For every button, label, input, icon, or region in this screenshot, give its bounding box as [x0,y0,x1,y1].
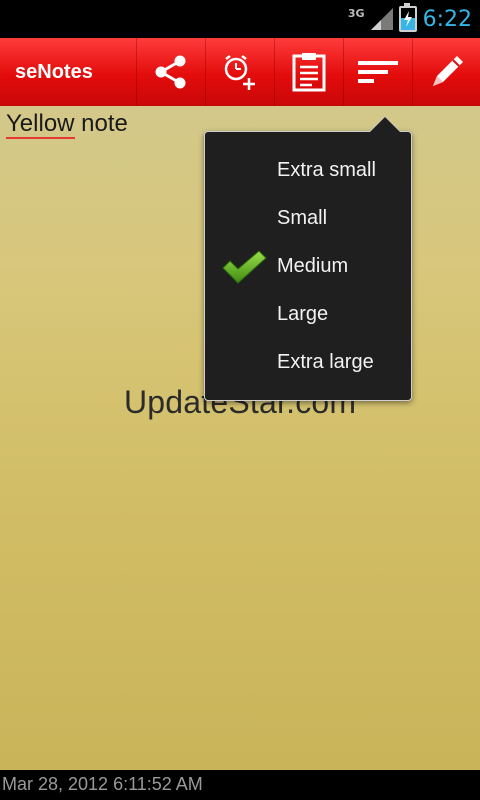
menu-item-medium[interactable]: Medium [205,242,411,290]
text-size-menu: Extra small Small Medium Large Extra lar… [204,116,412,401]
menu-item-extra-large[interactable]: Extra large [205,338,411,386]
note-title[interactable]: Yellow note [6,110,128,139]
share-button[interactable] [136,38,205,106]
note-title-rest: note [74,110,128,137]
menu-item-label: Small [277,206,328,229]
edit-button[interactable] [412,38,480,106]
note-title-first-word: Yellow [6,110,75,139]
network-type: 3G [347,6,365,20]
status-indicators: 3G 6:22 [348,0,472,38]
app-title: seNotes [15,61,93,83]
menu-item-large[interactable]: Large [205,290,411,338]
checkmark-icon [221,250,267,290]
status-clock: 6:22 [422,6,472,32]
pencil-icon [427,52,467,92]
battery-icon [398,3,417,32]
popup-arrow [369,116,401,132]
menu-item-label: Extra large [277,350,374,373]
text-size-icon [358,57,398,87]
clipboard-icon [290,52,328,92]
menu-item-extra-small[interactable]: Extra small [205,146,411,194]
menu-item-label: Large [277,302,329,325]
menu-item-label: Extra small [277,158,376,181]
signal-icon [370,8,393,30]
action-bar: seNotes [0,38,480,106]
note-timestamp: Mar 28, 2012 6:11:52 AM [2,774,203,794]
status-bar: 3G 6:22 [0,0,480,38]
add-reminder-button[interactable] [205,38,274,106]
paste-button[interactable] [274,38,343,106]
menu-item-label: Medium [277,254,349,277]
menu-item-small[interactable]: Small [205,194,411,242]
footer-bar: Mar 28, 2012 6:11:52 AM [0,770,480,800]
text-size-button[interactable] [343,38,412,106]
alarm-add-icon [220,52,260,92]
share-icon [152,53,190,91]
